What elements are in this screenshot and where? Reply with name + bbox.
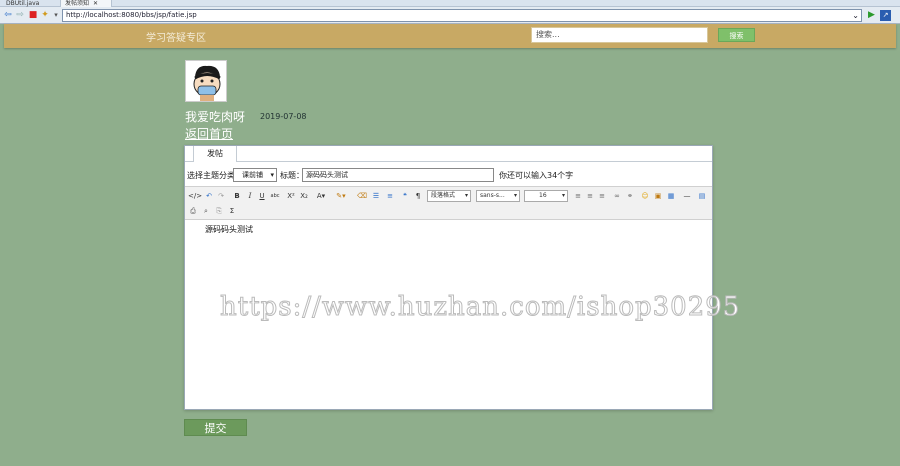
print-icon[interactable]: ⎙ — [188, 206, 198, 217]
back-home-link[interactable]: 返回首页 — [185, 125, 233, 142]
paragraph-format-value: 段落格式 — [431, 192, 456, 199]
blockquote-icon[interactable]: ❝ — [401, 191, 409, 202]
external-icon[interactable]: ↗ — [880, 10, 891, 21]
tab-post[interactable]: 发帖 — [193, 146, 237, 162]
editor-toolbar: </> ↶ ↷ B I U abc X² X₂ A▾ ✎▾ ⌫ ☰ ≡ ❝ ¶ … — [185, 186, 712, 220]
back-icon[interactable]: ⇦ — [3, 10, 13, 20]
chevron-down-icon: ▾ — [561, 192, 565, 199]
post-date: 2019-07-08 — [260, 112, 307, 121]
watermark: https://www.huzhan.com/ishop30295 — [219, 292, 741, 323]
category-value: 课前铺 — [242, 171, 263, 179]
post-form-row: 选择主题分类 课前铺 ▾ 标题： 源码码头测试 你还可以输入34个字 — [185, 166, 712, 184]
font-family-value: sans-s... — [480, 192, 505, 199]
char-count-hint: 你还可以输入34个字 — [499, 171, 574, 180]
bold-icon[interactable]: B — [233, 191, 241, 202]
browser-tab-label: 发帖须知 — [65, 0, 90, 7]
editor-content: 源码码头测试 — [205, 225, 253, 234]
font-color-icon[interactable]: A▾ — [315, 191, 327, 202]
browser-tab-dbutil[interactable]: DBUtil.java — [2, 0, 58, 7]
search-button[interactable]: 搜索 — [718, 28, 755, 42]
category-select[interactable]: 课前铺 ▾ — [233, 168, 277, 182]
refresh-icon[interactable]: ✦ — [40, 10, 50, 20]
forward-icon[interactable]: ⇨ — [15, 10, 25, 20]
eraser-icon[interactable]: ⌫ — [357, 191, 367, 202]
tab-close-icon[interactable]: ✕ — [93, 0, 98, 7]
search-input[interactable]: 搜索... — [531, 27, 708, 43]
align-left-icon[interactable]: ≡ — [574, 191, 582, 202]
paragraph-format-select[interactable]: 段落格式 ▾ — [427, 190, 471, 202]
site-header: 学习答疑专区 搜索... 搜索 — [4, 24, 896, 48]
formula-icon[interactable]: Σ — [227, 206, 237, 217]
paragraph-icon[interactable]: ¶ — [414, 191, 422, 202]
preview-icon[interactable]: ⌕ — [201, 206, 211, 217]
underline-icon[interactable]: U — [258, 191, 266, 202]
tab-divider — [185, 161, 712, 162]
align-center-icon[interactable]: ≡ — [586, 191, 594, 202]
title-input[interactable]: 源码码头测试 — [302, 168, 494, 182]
site-brand[interactable]: 学习答疑专区 — [146, 29, 206, 44]
unordered-list-icon[interactable]: ≡ — [385, 191, 395, 202]
unlink-icon[interactable]: ⚭ — [626, 191, 634, 202]
source-icon[interactable]: </> — [188, 191, 202, 202]
stop-icon[interactable]: ■ — [28, 10, 38, 20]
font-family-select[interactable]: sans-s... ▾ — [476, 190, 520, 202]
browser-tab-bar: DBUtil.java 发帖须知 ✕ — [0, 0, 900, 7]
browser-tab-current[interactable]: 发帖须知 ✕ — [60, 0, 112, 7]
url-bar[interactable]: http://localhost:8080/bbs/jsp/fatie.jsp … — [62, 9, 862, 22]
strikethrough-icon[interactable]: abc — [270, 191, 280, 202]
emoji-icon[interactable]: ☺ — [641, 191, 649, 202]
chevron-down-icon: ▾ — [513, 192, 517, 199]
highlight-icon[interactable]: ✎▾ — [334, 191, 348, 202]
select-all-icon[interactable]: ⎘ — [214, 206, 224, 217]
font-size-select[interactable]: 16 ▾ — [524, 190, 568, 202]
go-icon[interactable]: ▶ — [866, 10, 877, 21]
url-text: http://localhost:8080/bbs/jsp/fatie.jsp — [66, 11, 197, 19]
undo-icon[interactable]: ↶ — [205, 191, 213, 202]
submit-button[interactable]: 提交 — [184, 419, 247, 436]
chevron-down-icon: ▾ — [464, 192, 468, 199]
category-label: 选择主题分类 — [187, 171, 235, 180]
subscript-icon[interactable]: X₂ — [299, 191, 309, 202]
image-icon[interactable]: ▣ — [654, 191, 662, 202]
post-panel: 发帖 选择主题分类 课前铺 ▾ 标题： 源码码头测试 你还可以输入34个字 </>… — [184, 145, 713, 410]
title-label: 标题： — [280, 171, 304, 180]
browser-toolbar: ⇦ ⇨ ■ ✦ ▾ http://localhost:8080/bbs/jsp/… — [0, 7, 900, 24]
superscript-icon[interactable]: X² — [286, 191, 296, 202]
align-right-icon[interactable]: ≡ — [598, 191, 606, 202]
italic-icon[interactable]: I — [246, 191, 254, 202]
avatar — [185, 60, 227, 102]
dropdown-icon[interactable]: ▾ — [51, 10, 61, 20]
username: 我爱吃肉呀 — [185, 110, 246, 124]
link-icon[interactable]: ∞ — [613, 191, 621, 202]
table-icon[interactable]: ▦ — [667, 191, 675, 202]
font-size-value: 16 — [539, 192, 547, 199]
redo-icon[interactable]: ↷ — [217, 191, 225, 202]
url-dropdown-icon[interactable]: ⌄ — [852, 10, 859, 21]
ordered-list-icon[interactable]: ☰ — [371, 191, 381, 202]
fullscreen-icon[interactable]: ▤ — [698, 191, 706, 202]
chevron-down-icon: ▾ — [270, 171, 274, 179]
horizontal-rule-icon[interactable]: — — [682, 191, 692, 202]
